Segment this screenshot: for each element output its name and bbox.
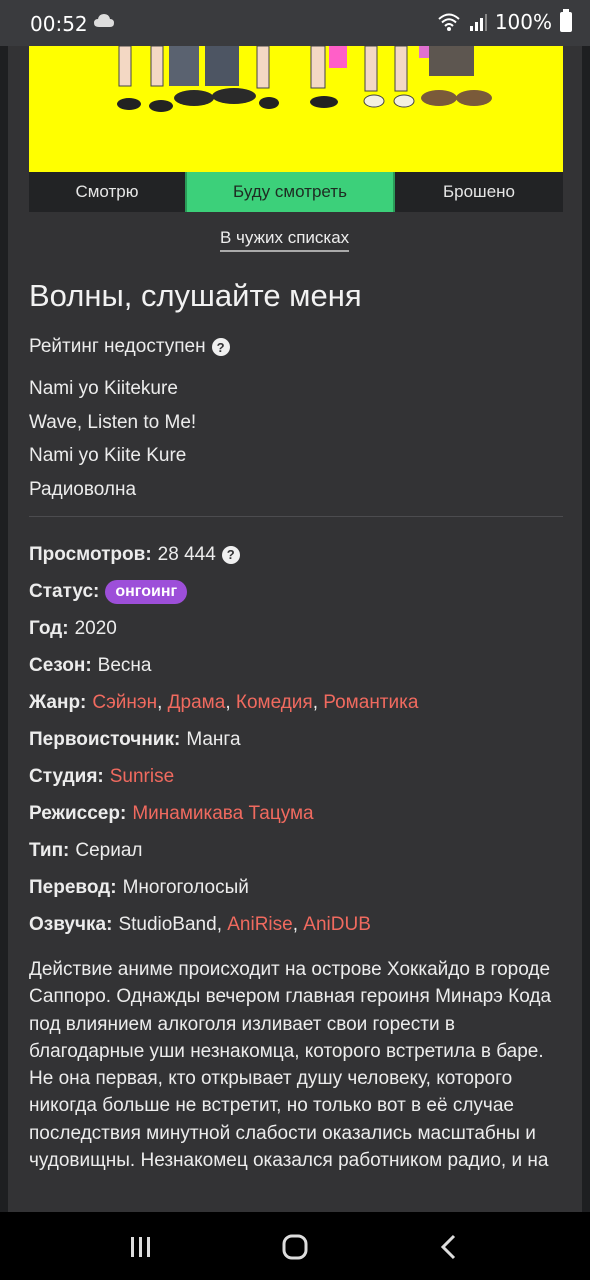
views-label: Просмотров: — [29, 543, 152, 565]
info-genre: Жанр: Сэйнэн, Драма, Комедия, Романтика — [29, 691, 419, 714]
wifi-icon — [438, 13, 460, 31]
season-value: Весна — [97, 654, 152, 676]
year-value: 2020 — [74, 617, 117, 639]
voice-label: Озвучка: — [29, 914, 113, 936]
info-studio: Студия: Sunrise — [29, 759, 563, 796]
cloud-icon — [94, 14, 114, 27]
genre-link[interactable]: Драма — [168, 692, 226, 714]
info-list: Просмотров: 28 444 ? Статус: онгоинг Год… — [29, 536, 563, 944]
voice-link[interactable]: AniDUB — [303, 914, 371, 936]
alt-name: Nami yo Kiite Kure — [29, 445, 187, 466]
info-director: Режиссер: Минамикава Тацума — [29, 796, 563, 833]
info-translation: Перевод: Многоголосый — [29, 870, 563, 907]
page-title: Волны, слушайте меня — [29, 278, 362, 313]
director-link[interactable]: Минамикава Тацума — [132, 803, 313, 825]
description: Действие аниме происходит на острове Хок… — [29, 959, 552, 1172]
translation-label: Перевод: — [29, 877, 117, 899]
voice-link[interactable]: AniRise — [227, 914, 292, 936]
tab-watching[interactable]: Смотрю — [29, 172, 185, 212]
studio-link[interactable]: Sunrise — [110, 766, 174, 788]
info-type: Тип: Сериал — [29, 833, 563, 870]
source-value: Манга — [186, 729, 241, 751]
voice-plain: StudioBand — [118, 914, 217, 936]
help-icon[interactable]: ? — [221, 545, 240, 564]
status-bar: 00:52 100% — [0, 0, 590, 46]
info-views: Просмотров: 28 444 ? — [29, 536, 563, 573]
divider — [29, 516, 563, 517]
home-icon[interactable] — [280, 1232, 310, 1262]
status-badge: онгоинг — [105, 579, 188, 604]
rating-text: Рейтинг недоступен — [29, 336, 206, 357]
poster-image — [29, 46, 563, 172]
info-season: Сезон: Весна — [29, 647, 563, 684]
season-label: Сезон: — [29, 654, 92, 676]
alternative-names: Nami yo Kiitekure Wave, Listen to Me! Na… — [29, 372, 196, 506]
info-year: Год: 2020 — [29, 610, 563, 647]
battery-percent: 100% — [494, 10, 552, 34]
poster-illustration — [29, 46, 563, 172]
translation-value: Многоголосый — [122, 877, 249, 899]
recents-icon[interactable] — [126, 1232, 156, 1262]
others-lists-link[interactable]: В чужих списках — [220, 228, 350, 252]
director-label: Режиссер: — [29, 803, 127, 825]
tab-plan-to-watch[interactable]: Буду смотреть — [185, 172, 395, 212]
status-label: Статус: — [29, 580, 100, 602]
watch-status-tabs: Смотрю Буду смотреть Брошено — [29, 172, 563, 212]
alt-name: Nami yo Kiitekure — [29, 378, 178, 399]
genre-link[interactable]: Комедия — [236, 692, 313, 714]
status-icons: 100% — [437, 9, 572, 34]
views-value: 28 444 — [157, 543, 216, 565]
battery-icon — [560, 9, 572, 32]
studio-label: Студия: — [29, 766, 104, 788]
signal-icon — [469, 14, 487, 31]
genre-link[interactable]: Сэйнэн — [92, 692, 157, 714]
info-voice: Озвучка: StudioBand, AniRise, AniDUB — [29, 914, 371, 936]
tab-dropped[interactable]: Брошено — [395, 172, 563, 212]
genre-link[interactable]: Романтика — [323, 692, 418, 714]
genre-label: Жанр: — [29, 691, 87, 713]
alt-name: Wave, Listen to Me! — [29, 411, 197, 433]
clock: 00:52 — [30, 12, 88, 36]
rating: Рейтинг недоступен ? — [29, 336, 230, 358]
type-value: Сериал — [75, 840, 143, 862]
anime-detail-panel: Смотрю Буду смотреть Брошено В чужих спи… — [8, 46, 582, 1212]
info-status: Статус: онгоинг — [29, 573, 563, 610]
alt-name: Радиоволна — [29, 478, 137, 500]
back-icon[interactable] — [434, 1232, 464, 1262]
info-source: Первоисточник: Манга — [29, 721, 563, 758]
type-label: Тип: — [29, 840, 70, 862]
navigation-bar — [0, 1212, 590, 1280]
year-label: Год: — [29, 617, 69, 639]
help-icon[interactable]: ? — [211, 338, 230, 356]
source-label: Первоисточник: — [29, 729, 181, 751]
